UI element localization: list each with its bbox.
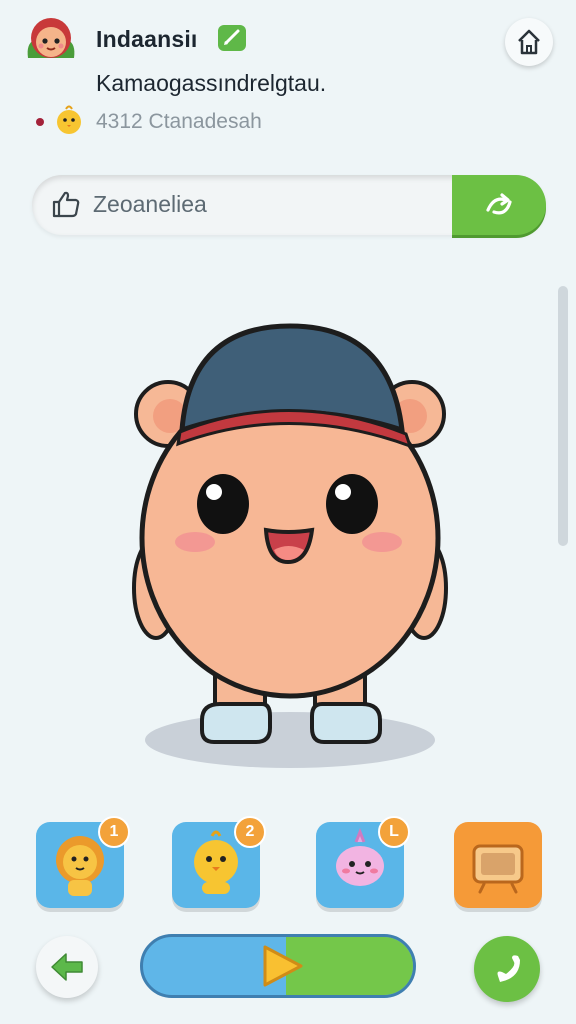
search-input[interactable]: Zeoaneliea xyxy=(93,191,207,218)
progress-fill xyxy=(286,937,413,995)
chick-icon xyxy=(52,104,86,136)
shuffle-icon xyxy=(486,193,512,215)
pet-slot-pink[interactable]: L xyxy=(316,816,410,908)
status-dot xyxy=(36,118,44,126)
scrollbar[interactable] xyxy=(558,286,568,546)
character-mascot[interactable] xyxy=(120,318,460,778)
refresh-button[interactable] xyxy=(452,175,546,235)
profile-avatar[interactable] xyxy=(22,14,80,68)
pet-slot-lion[interactable]: 1 xyxy=(36,816,130,908)
player-name: Indaansiı xyxy=(96,26,198,52)
item-slot-tv[interactable] xyxy=(454,822,542,908)
back-button[interactable] xyxy=(36,936,98,998)
thumbs-up-icon xyxy=(50,188,82,220)
score-text: 4312 Ctanadesah xyxy=(96,110,262,133)
verified-icon xyxy=(218,25,246,51)
home-button[interactable] xyxy=(505,18,553,66)
player-status-text: Kamaogassındrelgtau. xyxy=(96,70,327,96)
pet-badge: 1 xyxy=(98,816,130,848)
call-button[interactable] xyxy=(474,936,540,1002)
pet-slot-chick[interactable]: 2 xyxy=(172,816,266,908)
tv-icon xyxy=(472,844,524,894)
pet-badge: 2 xyxy=(234,816,266,848)
home-icon xyxy=(518,29,540,55)
progress-bar[interactable] xyxy=(140,934,416,998)
play-icon xyxy=(263,945,303,987)
phone-icon xyxy=(497,955,520,982)
pet-badge: L xyxy=(378,816,410,848)
arrow-left-icon xyxy=(51,953,83,981)
